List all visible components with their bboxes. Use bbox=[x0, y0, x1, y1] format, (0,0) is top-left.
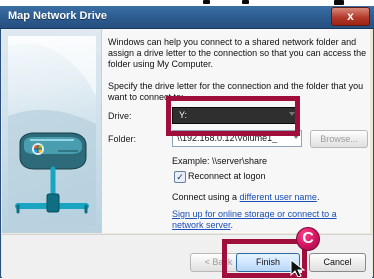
reconnect-label: Reconnect at logon bbox=[188, 171, 266, 181]
close-icon: x bbox=[347, 9, 354, 23]
signup-suffix: . bbox=[230, 220, 234, 230]
connect-prefix: Connect using a bbox=[172, 192, 240, 202]
close-button[interactable]: x bbox=[331, 7, 370, 26]
dialog-title: Map Network Drive bbox=[8, 10, 108, 22]
reconnect-checkbox[interactable]: ✓ bbox=[174, 171, 186, 183]
intro-text: Windows can help you connect to a shared… bbox=[108, 37, 367, 69]
connect-suffix: . bbox=[316, 192, 320, 202]
cancel-button[interactable]: Cancel bbox=[309, 253, 366, 272]
folder-example: Example: \\server\share bbox=[172, 156, 268, 166]
checkmark-icon: ✓ bbox=[176, 172, 184, 182]
finish-label: Finish bbox=[255, 257, 280, 267]
cancel-label: Cancel bbox=[323, 257, 352, 267]
different-user-name-link[interactable]: different user name bbox=[240, 192, 317, 202]
top-glyph-right2 bbox=[334, 0, 344, 5]
folder-label: Folder: bbox=[108, 134, 137, 144]
network-drive-illustration bbox=[8, 36, 96, 226]
top-glyph-right bbox=[242, 0, 249, 4]
network-drive-illustration-icon bbox=[8, 36, 96, 226]
mouse-pointer-icon bbox=[290, 258, 308, 278]
drive-label: Drive: bbox=[108, 111, 132, 121]
drive-highlight-box bbox=[166, 96, 300, 136]
browse-button[interactable]: Browse... bbox=[310, 130, 368, 148]
step-marker-c: C bbox=[296, 227, 320, 251]
connect-using: Connect using a different user name. bbox=[172, 192, 319, 203]
signup-text: Sign up for online storage or connect to… bbox=[172, 209, 362, 231]
browse-label: Browse... bbox=[320, 134, 358, 144]
left-pane bbox=[2, 29, 102, 233]
top-glyph-left bbox=[203, 0, 210, 4]
